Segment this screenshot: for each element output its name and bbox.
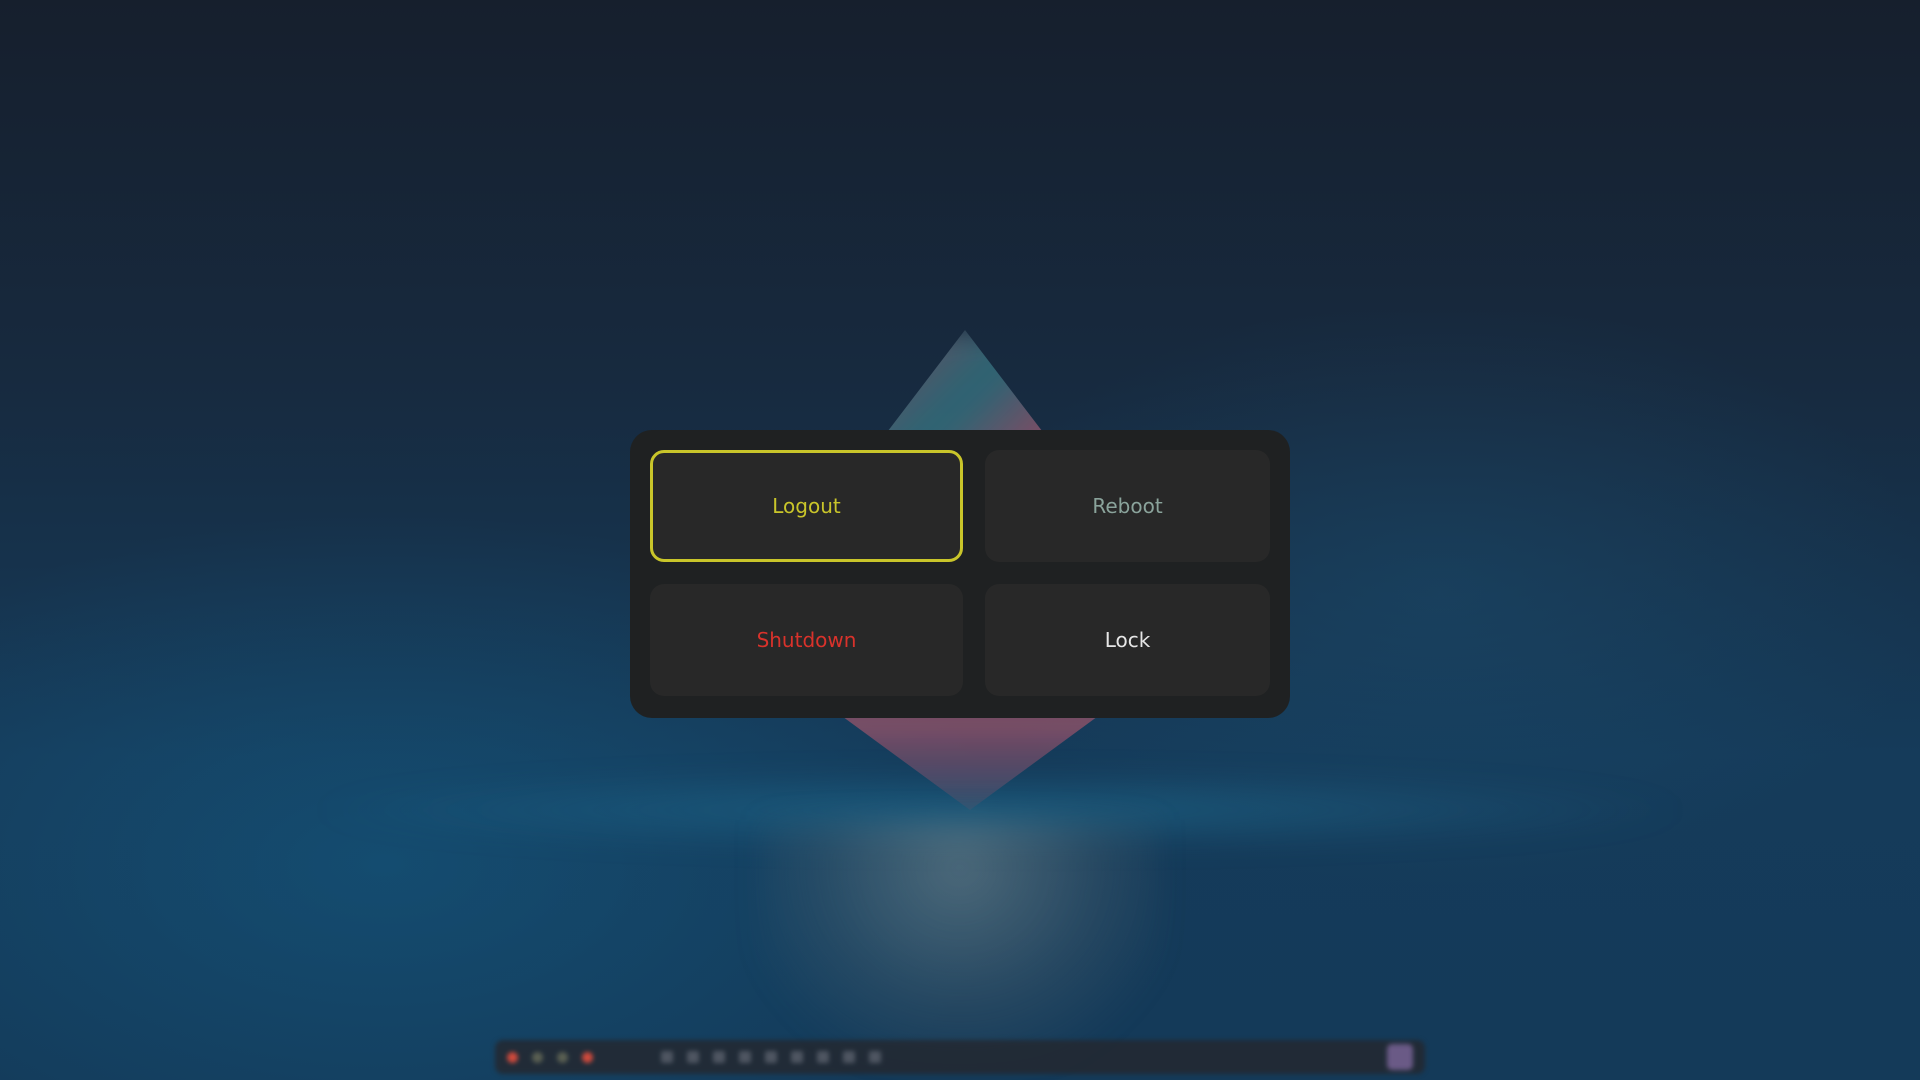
- logout-label: Logout: [772, 494, 841, 518]
- lock-button[interactable]: Lock: [985, 584, 1270, 696]
- desktop: Logout Reboot Shutdown Lock: [0, 0, 1920, 1080]
- shutdown-button[interactable]: Shutdown: [650, 584, 963, 696]
- memory-icon: [791, 1051, 803, 1063]
- network-icon[interactable]: [869, 1051, 881, 1063]
- power-icon[interactable]: [1387, 1044, 1413, 1070]
- workspace-indicator[interactable]: [582, 1051, 593, 1063]
- reboot-button[interactable]: Reboot: [985, 450, 1270, 562]
- shutdown-label: Shutdown: [756, 628, 857, 652]
- battery-icon: [843, 1051, 855, 1063]
- lock-label: Lock: [1104, 628, 1151, 652]
- reboot-label: Reboot: [1092, 494, 1163, 518]
- volume-icon[interactable]: [739, 1051, 751, 1063]
- logout-button[interactable]: Logout: [650, 450, 963, 562]
- temperature-icon: [817, 1051, 829, 1063]
- cpu-icon: [765, 1051, 777, 1063]
- workspace-indicator[interactable]: [507, 1051, 518, 1063]
- wallpaper-horizon-glow: [300, 770, 1700, 850]
- taskbar: [495, 1040, 1425, 1074]
- wallpaper-gem-reflection: [760, 820, 1160, 1060]
- clock-icon: [661, 1051, 673, 1063]
- workspace-indicator[interactable]: [557, 1051, 568, 1063]
- power-menu: Logout Reboot Shutdown Lock: [630, 430, 1290, 718]
- calendar-icon: [687, 1051, 699, 1063]
- weather-icon: [713, 1051, 725, 1063]
- workspace-indicator[interactable]: [532, 1051, 543, 1063]
